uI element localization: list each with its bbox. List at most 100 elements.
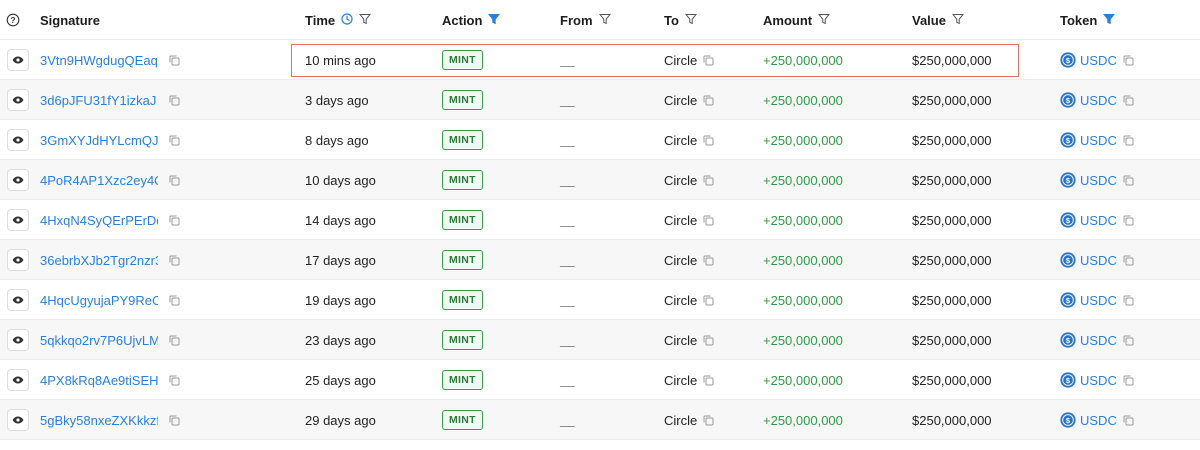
token-link[interactable]: USDC — [1080, 333, 1117, 348]
to-label[interactable]: Circle — [664, 413, 697, 428]
table-row: 4PoR4AP1Xzc2ey4Q… 10 days ago MINT __ Ci… — [0, 160, 1200, 200]
filter-icon[interactable] — [359, 13, 372, 28]
time-cell: 25 days ago — [305, 372, 376, 388]
to-label[interactable]: Circle — [664, 93, 697, 108]
eye-icon[interactable] — [7, 89, 29, 111]
amount-cell: +250,000,000 — [763, 292, 843, 308]
to-label[interactable]: Circle — [664, 333, 697, 348]
signature-link[interactable]: 3GmXYJdHYLcmQJd… — [40, 133, 158, 148]
to-label[interactable]: Circle — [664, 293, 697, 308]
copy-icon[interactable] — [703, 375, 714, 386]
column-label-action: Action — [442, 12, 483, 28]
copy-icon[interactable] — [169, 95, 180, 106]
to-label[interactable]: Circle — [664, 213, 697, 228]
token-link[interactable]: USDC — [1080, 213, 1117, 228]
token-link[interactable]: USDC — [1080, 373, 1117, 388]
eye-icon[interactable] — [7, 209, 29, 231]
copy-icon[interactable] — [1123, 95, 1134, 106]
copy-icon[interactable] — [169, 295, 180, 306]
from-empty: __ — [560, 212, 575, 228]
to-cell: Circle — [664, 120, 714, 160]
signature-link[interactable]: 36ebrbXJb2Tgr2nzr3… — [40, 253, 158, 268]
signature-link[interactable]: 5qkkqo2rv7P6UjvLM… — [40, 333, 158, 348]
filter-icon[interactable] — [684, 13, 697, 28]
copy-icon[interactable] — [703, 55, 714, 66]
eye-icon[interactable] — [7, 249, 29, 271]
to-label[interactable]: Circle — [664, 373, 697, 388]
copy-icon[interactable] — [1123, 295, 1134, 306]
copy-icon[interactable] — [169, 55, 180, 66]
copy-icon[interactable] — [169, 175, 180, 186]
signature-link[interactable]: 4HqcUgyujaPY9ReC9… — [40, 293, 158, 308]
copy-icon[interactable] — [703, 295, 714, 306]
to-cell: Circle — [664, 160, 714, 200]
filter-icon[interactable] — [818, 13, 831, 28]
value-cell: $250,000,000 — [912, 252, 992, 268]
from-cell: __ — [560, 160, 574, 200]
copy-icon[interactable] — [1123, 55, 1134, 66]
eye-icon[interactable] — [7, 169, 29, 191]
copy-icon[interactable] — [703, 175, 714, 186]
copy-icon[interactable] — [1123, 335, 1134, 346]
action-cell: MINT — [442, 80, 483, 120]
copy-icon[interactable] — [169, 215, 180, 226]
to-label[interactable]: Circle — [664, 133, 697, 148]
column-label-token: Token — [1060, 12, 1098, 28]
eye-icon[interactable] — [7, 129, 29, 151]
copy-icon[interactable] — [1123, 375, 1134, 386]
signature-link[interactable]: 4PoR4AP1Xzc2ey4Q… — [40, 173, 158, 188]
signature-link[interactable]: 3Vtn9HWgdugQEaq… — [40, 53, 158, 68]
copy-icon[interactable] — [169, 415, 180, 426]
time-cell: 19 days ago — [305, 292, 376, 308]
copy-icon[interactable] — [703, 95, 714, 106]
to-label[interactable]: Circle — [664, 253, 697, 268]
copy-icon[interactable] — [169, 375, 180, 386]
token-link[interactable]: USDC — [1080, 173, 1117, 188]
to-label[interactable]: Circle — [664, 173, 697, 188]
copy-icon[interactable] — [169, 335, 180, 346]
token-link[interactable]: USDC — [1080, 293, 1117, 308]
filter-icon[interactable] — [598, 13, 611, 28]
filter-active-icon[interactable] — [488, 13, 501, 28]
copy-icon[interactable] — [703, 215, 714, 226]
signature-link[interactable]: 4PX8kRq8Ae9tiSEHd… — [40, 373, 158, 388]
signature-link[interactable]: 4HxqN4SyQErPErDd… — [40, 213, 158, 228]
copy-icon[interactable] — [1123, 175, 1134, 186]
amount-cell: +250,000,000 — [763, 412, 843, 428]
copy-icon[interactable] — [703, 135, 714, 146]
copy-icon[interactable] — [1123, 255, 1134, 266]
filter-active-icon[interactable] — [1103, 13, 1116, 28]
help-icon[interactable]: ? — [6, 0, 20, 40]
eye-icon[interactable] — [7, 409, 29, 431]
from-empty: __ — [560, 52, 575, 68]
copy-icon[interactable] — [703, 255, 714, 266]
column-header-from: From — [560, 0, 611, 40]
copy-icon[interactable] — [1123, 215, 1134, 226]
token-link[interactable]: USDC — [1080, 133, 1117, 148]
signature-cell: 5qkkqo2rv7P6UjvLM… — [40, 320, 158, 360]
token-cell: $ USDC — [1060, 280, 1134, 320]
copy-icon[interactable] — [703, 335, 714, 346]
eye-icon[interactable] — [7, 289, 29, 311]
to-label[interactable]: Circle — [664, 53, 697, 68]
usdc-coin-icon: $ — [1060, 252, 1076, 268]
eye-icon[interactable] — [7, 369, 29, 391]
token-link[interactable]: USDC — [1080, 93, 1117, 108]
eye-icon[interactable] — [7, 49, 29, 71]
copy-icon[interactable] — [1123, 135, 1134, 146]
copy-icon[interactable] — [169, 255, 180, 266]
action-cell: MINT — [442, 160, 483, 200]
token-link[interactable]: USDC — [1080, 413, 1117, 428]
token-link[interactable]: USDC — [1080, 53, 1117, 68]
from-empty: __ — [560, 332, 575, 348]
copy-icon[interactable] — [703, 415, 714, 426]
copy-icon[interactable] — [1123, 415, 1134, 426]
signature-link[interactable]: 5gBky58nxeZXKkkzf… — [40, 413, 158, 428]
filter-icon[interactable] — [951, 13, 965, 28]
copy-icon[interactable] — [169, 135, 180, 146]
eye-icon[interactable] — [7, 329, 29, 351]
usdc-coin-icon: $ — [1060, 372, 1076, 388]
token-link[interactable]: USDC — [1080, 253, 1117, 268]
signature-link[interactable]: 3d6pJFU31fY1izkaJ… — [40, 93, 158, 108]
clock-icon[interactable] — [341, 12, 353, 28]
